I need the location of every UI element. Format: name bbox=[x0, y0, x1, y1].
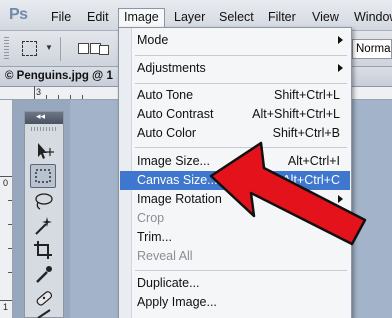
brush-tool[interactable] bbox=[30, 308, 56, 318]
menu-item-label: Image Rotation bbox=[137, 192, 222, 206]
submenu-arrow-icon bbox=[338, 195, 343, 203]
ruler-number: 1 bbox=[3, 302, 9, 312]
tool-preset-picker-icon[interactable] bbox=[22, 41, 37, 56]
menu-item-shortcut: Alt+Ctrl+I bbox=[287, 154, 340, 168]
menu-item-label: Canvas Size... bbox=[137, 173, 218, 187]
menu-item-label: Crop bbox=[137, 211, 165, 225]
menu-separator bbox=[135, 83, 347, 84]
document-title: © Penguins.jpg @ 1 bbox=[5, 70, 113, 82]
eyedropper-tool[interactable] bbox=[30, 262, 56, 286]
menu-item-mode[interactable]: Mode bbox=[120, 31, 350, 50]
menu-item-canvas-size[interactable]: Canvas Size... Alt+Ctrl+C bbox=[120, 171, 350, 190]
collapse-icon[interactable]: ◂◂ bbox=[36, 111, 45, 122]
menu-item-auto-color[interactable]: Auto Color Shift+Ctrl+B bbox=[120, 124, 350, 143]
ruler-number: 0 bbox=[3, 178, 9, 188]
crop-icon bbox=[34, 241, 52, 259]
menu-item-shortcut: Alt+Ctrl+C bbox=[282, 173, 340, 187]
menu-item-apply-image[interactable]: Apply Image... bbox=[120, 293, 350, 312]
options-divider bbox=[60, 37, 61, 61]
photoshop-logo: Ps bbox=[9, 6, 28, 23]
menu-item-label: Mode bbox=[137, 33, 169, 47]
marquee-tool[interactable] bbox=[30, 164, 56, 188]
menu-item-crop[interactable]: Crop bbox=[120, 209, 350, 228]
tools-panel: ◂◂ bbox=[24, 111, 64, 318]
ruler-number: 3 bbox=[36, 87, 42, 97]
menu-item-label: Adjustments bbox=[137, 61, 206, 75]
tools-panel-header[interactable]: ◂◂ bbox=[25, 111, 63, 124]
vertical-ruler[interactable]: 0 1 bbox=[0, 100, 13, 318]
menu-separator bbox=[135, 270, 347, 271]
menu-item-label: Trim... bbox=[137, 230, 172, 244]
lasso-tool[interactable] bbox=[30, 190, 56, 214]
menu-window[interactable]: Window bbox=[349, 0, 392, 31]
menu-item-label: Auto Tone bbox=[137, 88, 194, 102]
healing-brush-tool[interactable] bbox=[30, 286, 56, 310]
menu-edit[interactable]: Edit bbox=[82, 0, 114, 31]
submenu-arrow-icon bbox=[338, 36, 343, 44]
style-select[interactable]: Normal bbox=[352, 39, 392, 59]
menu-item-label: Auto Color bbox=[137, 126, 197, 140]
eyedropper-icon bbox=[36, 266, 52, 283]
menu-item-trim[interactable]: Trim... bbox=[120, 228, 350, 247]
brush-icon bbox=[37, 309, 51, 318]
menu-item-reveal-all[interactable]: Reveal All bbox=[120, 247, 350, 266]
menu-item-label: Duplicate... bbox=[137, 276, 200, 290]
new-selection-icon[interactable] bbox=[78, 43, 89, 54]
magic-wand-icon bbox=[35, 217, 52, 235]
tools-grip[interactable] bbox=[31, 127, 57, 131]
menu-item-shortcut: Shift+Ctrl+L bbox=[273, 88, 340, 102]
move-icon bbox=[38, 143, 54, 159]
menu-separator bbox=[135, 147, 347, 148]
menu-file[interactable]: File bbox=[46, 0, 76, 31]
submenu-arrow-icon bbox=[338, 64, 343, 72]
chevron-down-icon[interactable]: ▼ bbox=[45, 43, 53, 52]
options-grip[interactable] bbox=[4, 37, 9, 61]
crop-tool[interactable] bbox=[30, 238, 56, 262]
menu-item-shortcut: Shift+Ctrl+B bbox=[272, 126, 340, 140]
healing-brush-icon bbox=[36, 291, 53, 306]
menu-item-duplicate[interactable]: Duplicate... bbox=[120, 274, 350, 293]
menu-item-shortcut: Alt+Shift+Ctrl+L bbox=[252, 107, 340, 121]
menu-item-label: Reveal All bbox=[137, 249, 193, 263]
image-menu-dropdown: Mode Adjustments Auto Tone Shift+Ctrl+L … bbox=[118, 27, 352, 318]
menu-item-adjustments[interactable]: Adjustments bbox=[120, 59, 350, 78]
menu-item-auto-contrast[interactable]: Auto Contrast Alt+Shift+Ctrl+L bbox=[120, 105, 350, 124]
menu-item-image-size[interactable]: Image Size... Alt+Ctrl+I bbox=[120, 152, 350, 171]
menu-item-image-rotation[interactable]: Image Rotation bbox=[120, 190, 350, 209]
menu-image[interactable]: Image bbox=[118, 8, 165, 27]
menu-item-label: Image Size... bbox=[137, 154, 210, 168]
subtract-selection-icon[interactable] bbox=[99, 45, 109, 55]
move-tool[interactable] bbox=[30, 139, 56, 163]
menu-separator bbox=[135, 55, 347, 56]
magic-wand-tool[interactable] bbox=[30, 214, 56, 238]
menu-item-label: Auto Contrast bbox=[137, 107, 214, 121]
menu-item-auto-tone[interactable]: Auto Tone Shift+Ctrl+L bbox=[120, 86, 350, 105]
rectangular-marquee-icon bbox=[35, 169, 51, 183]
menu-item-label: Apply Image... bbox=[137, 295, 217, 309]
lasso-icon bbox=[35, 193, 53, 210]
